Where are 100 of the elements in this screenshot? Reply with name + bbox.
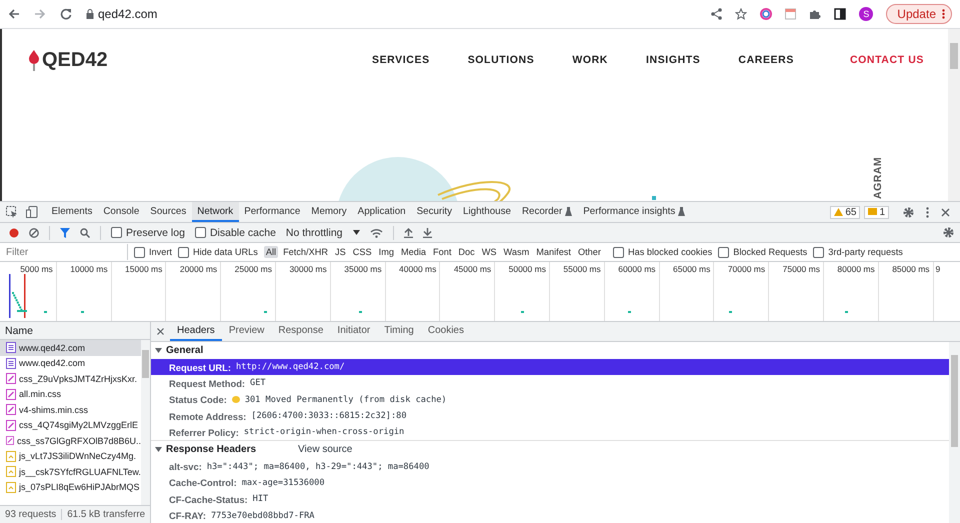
resource-type-filter[interactable]: Wasm [502, 246, 532, 258]
nav-link[interactable]: INSIGHTS [646, 54, 700, 66]
filter-icon[interactable] [60, 228, 70, 238]
resource-type-filter[interactable]: Img [376, 246, 396, 258]
settings-icon[interactable] [943, 227, 954, 238]
checkbox[interactable] [718, 246, 730, 258]
scrollbar[interactable] [948, 29, 960, 201]
devtools-tab[interactable]: Memory [306, 202, 352, 222]
resource-type-filter[interactable]: Fetch/XHR [281, 246, 330, 258]
profile-avatar[interactable]: S [859, 7, 874, 21]
reload-icon[interactable] [60, 8, 72, 20]
header-row[interactable]: Request URL: http://www.qed42.com/ [151, 359, 949, 376]
resource-type-filter[interactable]: Manifest [534, 246, 573, 258]
header-row[interactable]: CF-RAY: 7753e70ebd08bbd7-FRA [151, 507, 949, 523]
header-row[interactable]: CF-Cache-Status: HIT [151, 491, 949, 508]
expand-triangle-icon[interactable] [155, 348, 162, 353]
share-icon[interactable] [711, 8, 722, 20]
request-row[interactable]: all.min.css [0, 386, 141, 402]
header-row[interactable]: Remote Address: [2606:4700:3033::6815:2c32]:80 [151, 408, 949, 424]
warnings-badge[interactable]: 65 [830, 206, 860, 218]
inspect-icon[interactable] [6, 206, 18, 218]
resource-type-filter[interactable]: All [264, 246, 278, 258]
download-icon[interactable] [422, 228, 432, 238]
request-row[interactable]: css_ss7GlGgRFXOlB7d8B6U.. [0, 433, 141, 448]
issues-badge[interactable]: 1 [864, 206, 889, 218]
devtools-tab[interactable]: Security [411, 202, 458, 222]
record-icon[interactable] [9, 228, 19, 238]
request-row[interactable]: v4-shims.min.css [0, 402, 141, 418]
script-icon [6, 450, 16, 462]
network-conditions-icon[interactable] [370, 228, 383, 238]
checkbox[interactable] [178, 246, 189, 258]
devtools-tab[interactable]: Network [192, 202, 239, 222]
lock-icon [86, 9, 94, 19]
scrollbar[interactable] [949, 342, 960, 523]
view-source-link[interactable]: View source [298, 444, 352, 456]
resource-type-filter[interactable]: Font [431, 246, 454, 258]
checkbox[interactable] [194, 227, 206, 238]
expand-triangle-icon[interactable] [155, 447, 162, 452]
search-icon[interactable] [80, 228, 90, 238]
puzzle-icon[interactable] [809, 8, 822, 20]
color-wheel-icon[interactable] [760, 8, 772, 20]
devtools-tab[interactable]: Lighthouse [458, 202, 516, 222]
clear-icon[interactable] [29, 228, 39, 238]
resource-type-filter[interactable]: Media [398, 246, 428, 258]
header-row[interactable]: Cache-Control: max-age=31536000 [151, 474, 949, 492]
status-text: 61.5 kB transferre [61, 509, 150, 520]
address-bar[interactable]: qed42.com [98, 7, 712, 21]
kebab-icon[interactable] [926, 206, 929, 218]
devtools-tab[interactable]: Performance insights [578, 202, 691, 222]
side-panel-icon[interactable] [834, 8, 846, 20]
checkbox[interactable] [111, 227, 122, 238]
star-icon[interactable] [735, 8, 748, 20]
update-button[interactable]: Update [886, 4, 952, 24]
nav-link[interactable]: SERVICES [372, 54, 430, 66]
upload-icon[interactable] [404, 228, 413, 238]
devtools-tab[interactable]: Sources [144, 202, 192, 222]
request-row[interactable]: www.qed42.com [0, 356, 141, 371]
contact-link[interactable]: CONTACT US [850, 54, 924, 66]
detail-tab[interactable]: Preview [222, 322, 272, 341]
detail-tab[interactable]: Response [271, 322, 330, 341]
header-row[interactable]: Request Method: GET [151, 375, 949, 392]
back-arrow-icon[interactable] [8, 8, 20, 20]
resource-type-filter[interactable]: Doc [456, 246, 477, 258]
device-toolbar-icon[interactable] [26, 206, 38, 218]
detail-tab[interactable]: Headers [170, 322, 222, 341]
detail-tab[interactable]: Cookies [420, 322, 471, 341]
devtools-tab[interactable]: Elements [46, 202, 98, 222]
nav-link[interactable]: CAREERS [738, 54, 794, 66]
scrollbar[interactable] [141, 340, 150, 505]
detail-tab[interactable]: Timing [377, 322, 421, 341]
resource-type-filter[interactable]: Other [576, 246, 603, 258]
request-row[interactable]: js_vLt7JS3iliDWnNeCzy4Mg. [0, 448, 141, 464]
request-row[interactable]: www.qed42.com [0, 340, 141, 356]
detail-tab[interactable]: Initiator [330, 322, 378, 341]
header-row[interactable]: Status Code: 301 Moved Permanently (from disk cache) [151, 392, 949, 408]
close-icon[interactable] [157, 328, 164, 335]
devtools-tab[interactable]: Console [98, 202, 145, 222]
checkbox[interactable] [134, 246, 145, 258]
column-header[interactable]: Name [5, 324, 34, 336]
devtools-tab[interactable]: Recorder [516, 202, 578, 222]
nav-link[interactable]: SOLUTIONS [468, 54, 534, 66]
request-row[interactable]: css_Z9uVpksJMT4ZrHjxsKxr. [0, 371, 141, 386]
site-logo[interactable]: QED42 [42, 48, 108, 72]
throttling-dropdown[interactable]: No throttling [286, 226, 360, 238]
nav-link[interactable]: WORK [572, 54, 608, 66]
resource-type-filter[interactable]: JS [333, 246, 348, 258]
header-row[interactable]: Referrer Policy: strict-origin-when-cross-origin [151, 424, 949, 440]
header-name: Cache-Control: [169, 477, 237, 488]
resource-type-filter[interactable]: WS [480, 246, 499, 258]
devtools-tab[interactable]: Application [352, 202, 412, 222]
checkbox[interactable] [612, 246, 624, 258]
request-row[interactable]: css_4Q74sgiMy2LMVzggErlE [0, 418, 141, 433]
header-row[interactable]: alt-svc: h3=":443"; ma=86400, h3-29=":443"; ma=86400 [151, 458, 949, 475]
devtools-tab[interactable]: Performance [238, 202, 306, 222]
close-icon[interactable] [941, 208, 950, 216]
resource-type-filter[interactable]: CSS [350, 246, 374, 258]
request-row[interactable]: js__csk7SYfcfRGLUAFNLTew. [0, 464, 141, 480]
checkbox[interactable] [813, 246, 824, 258]
settings-icon[interactable] [903, 206, 914, 218]
request-row[interactable]: js_07sPLI8qEw6HiPJAbrMQS [0, 480, 141, 495]
